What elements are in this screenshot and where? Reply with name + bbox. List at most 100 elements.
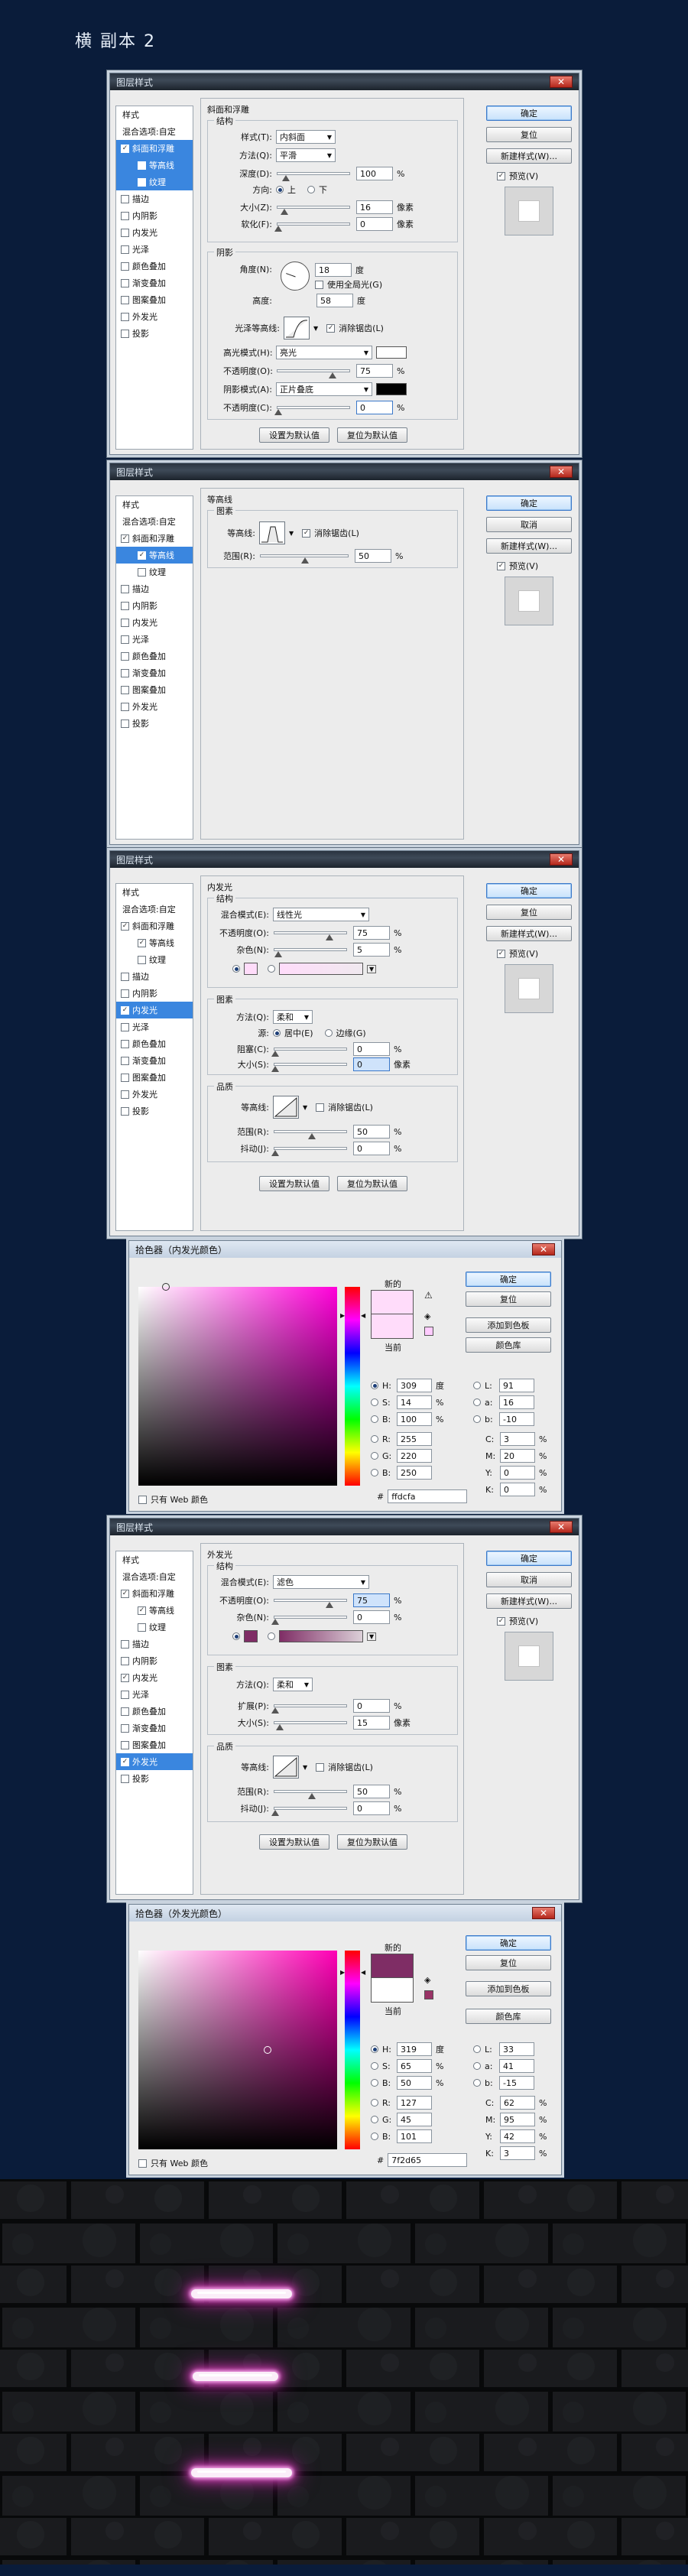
- shadow-opacity-slider[interactable]: [274, 406, 350, 415]
- saturation-brightness-field[interactable]: [138, 1283, 337, 1486]
- direction-up-radio[interactable]: [276, 186, 284, 193]
- new-style-button[interactable]: 新建样式(W)...: [486, 538, 572, 554]
- sidebar-item-texture[interactable]: 纹理: [116, 174, 193, 190]
- sidebar-item-stroke[interactable]: 描边: [116, 968, 193, 985]
- sidebar-blend-options[interactable]: 混合选项:自定: [116, 1568, 193, 1585]
- sidebar-item-gradient-overlay[interactable]: 渐变叠加: [116, 274, 193, 291]
- ok-button[interactable]: 确定: [466, 1272, 551, 1287]
- jitter-slider[interactable]: [271, 1807, 347, 1816]
- ok-button[interactable]: 确定: [486, 495, 572, 511]
- direction-down-radio[interactable]: [307, 186, 315, 193]
- size-slider[interactable]: [274, 1721, 347, 1730]
- g-radio[interactable]: [371, 2116, 378, 2123]
- choke-input[interactable]: 0: [353, 1042, 390, 1056]
- set-default-button[interactable]: 设置为默认值: [259, 1834, 329, 1850]
- blue-input[interactable]: 101: [397, 2129, 432, 2143]
- slider-thumb[interactable]: [282, 175, 290, 181]
- s-radio[interactable]: [371, 1398, 378, 1406]
- title-bar[interactable]: 图层样式 ✕: [110, 463, 579, 480]
- close-button[interactable]: ✕: [550, 466, 573, 478]
- size-slider[interactable]: [271, 1063, 347, 1072]
- s-radio[interactable]: [371, 2062, 378, 2070]
- opacity-input[interactable]: 75: [353, 1593, 390, 1607]
- r-input[interactable]: 127: [397, 2096, 432, 2110]
- new-style-button[interactable]: 新建样式(W)...: [486, 1593, 572, 1609]
- sidebar-item-outer-glow[interactable]: 外发光: [116, 308, 193, 325]
- depth-input[interactable]: 100: [356, 167, 393, 180]
- slider-thumb[interactable]: [274, 226, 282, 232]
- size-slider[interactable]: [277, 206, 350, 215]
- close-button[interactable]: ✕: [550, 853, 573, 866]
- sidebar-item-color-overlay[interactable]: 颜色叠加: [116, 648, 193, 664]
- lab-b-radio[interactable]: [473, 1415, 481, 1423]
- g-input[interactable]: 220: [397, 1449, 432, 1463]
- g-radio[interactable]: [371, 1452, 378, 1460]
- style-select[interactable]: 内斜面 ▼: [276, 130, 336, 144]
- sidebar-item-inner-glow[interactable]: 内发光: [116, 224, 193, 241]
- color-library-button[interactable]: 颜色库: [466, 2009, 551, 2024]
- a-radio[interactable]: [473, 2062, 481, 2070]
- sidebar-item-inner-shadow[interactable]: 内阴影: [116, 207, 193, 224]
- gradient-radio[interactable]: [268, 965, 275, 973]
- add-swatch-button[interactable]: 添加到色板: [466, 1981, 551, 1996]
- sidebar-header[interactable]: 样式: [116, 884, 193, 901]
- sidebar-item-drop-shadow[interactable]: 投影: [116, 715, 193, 732]
- sidebar-item-texture[interactable]: 纹理: [116, 564, 193, 580]
- range-slider[interactable]: [274, 1130, 347, 1139]
- sidebar-item-inner-glow[interactable]: ✓ 内发光: [116, 1669, 193, 1686]
- noise-slider[interactable]: [271, 1616, 347, 1625]
- ok-button[interactable]: 确定: [466, 1935, 551, 1951]
- preview-toggle[interactable]: ✓ 预览(V): [497, 1615, 538, 1627]
- add-swatch-button[interactable]: 添加到色板: [466, 1317, 551, 1333]
- chevron-down-icon[interactable]: ▼: [303, 1764, 307, 1771]
- title-bar[interactable]: 图层样式 ✕: [110, 851, 579, 868]
- gloss-contour-icon[interactable]: [284, 317, 310, 339]
- hex-input[interactable]: 7f2d65: [388, 2153, 468, 2167]
- k-input[interactable]: 0: [500, 1483, 535, 1496]
- r-radio[interactable]: [371, 2099, 378, 2107]
- blue-radio[interactable]: [371, 1469, 378, 1476]
- sidebar-item-outer-glow[interactable]: ✓ 外发光: [116, 1753, 193, 1770]
- h-radio[interactable]: [371, 1382, 378, 1389]
- cancel-button[interactable]: 取消: [486, 517, 572, 532]
- sidebar-item-color-overlay[interactable]: 颜色叠加: [116, 258, 193, 274]
- contour-curve-icon[interactable]: [273, 1756, 299, 1779]
- l-input[interactable]: 91: [499, 1379, 534, 1392]
- sidebar-item-pattern-overlay[interactable]: 图案叠加: [116, 1069, 193, 1086]
- sidebar-item-color-overlay[interactable]: 颜色叠加: [116, 1703, 193, 1720]
- ok-button[interactable]: 确定: [486, 1551, 572, 1566]
- hue-marker-right[interactable]: ◀: [361, 1969, 365, 1976]
- l-input[interactable]: 33: [499, 2042, 534, 2056]
- web-swatch[interactable]: [424, 1990, 433, 1999]
- y-input[interactable]: 0: [500, 1466, 535, 1480]
- chevron-down-icon[interactable]: ▼: [367, 964, 377, 973]
- hex-input[interactable]: ffdcfa: [388, 1489, 468, 1503]
- sidebar-item-gradient-overlay[interactable]: 渐变叠加: [116, 1052, 193, 1069]
- b-input[interactable]: 100: [397, 1412, 432, 1426]
- reset-button[interactable]: 复位: [466, 1291, 551, 1307]
- close-button[interactable]: ✕: [550, 1521, 573, 1533]
- preview-toggle[interactable]: ✓ 预览(V): [497, 947, 538, 960]
- opacity-slider[interactable]: [274, 1599, 347, 1608]
- sidebar-item-satin[interactable]: 光泽: [116, 241, 193, 258]
- sidebar-item-color-overlay[interactable]: 颜色叠加: [116, 1035, 193, 1052]
- method-select[interactable]: 平滑 ▼: [276, 148, 336, 162]
- sidebar-item-drop-shadow[interactable]: 投影: [116, 1770, 193, 1787]
- hue-slider[interactable]: [345, 1287, 360, 1486]
- sidebar-header[interactable]: 样式: [116, 106, 193, 123]
- noise-input[interactable]: 0: [353, 1610, 390, 1624]
- noise-slider[interactable]: [274, 948, 347, 957]
- soften-input[interactable]: 0: [356, 217, 393, 231]
- sidebar-item-outer-glow[interactable]: 外发光: [116, 698, 193, 715]
- size-input[interactable]: 16: [356, 200, 393, 214]
- contour-curve-icon[interactable]: [273, 1096, 299, 1119]
- h-radio[interactable]: [371, 2045, 378, 2053]
- sidebar-item-gradient-overlay[interactable]: 渐变叠加: [116, 1720, 193, 1736]
- g-input[interactable]: 45: [397, 2113, 432, 2126]
- opacity-input[interactable]: 75: [353, 926, 390, 940]
- glow-color-swatch[interactable]: [244, 963, 258, 975]
- antialias-checkbox[interactable]: [316, 1762, 325, 1772]
- k-input[interactable]: 3: [500, 2146, 535, 2160]
- b-radio[interactable]: [371, 2079, 378, 2087]
- shadow-color-swatch[interactable]: [376, 383, 407, 395]
